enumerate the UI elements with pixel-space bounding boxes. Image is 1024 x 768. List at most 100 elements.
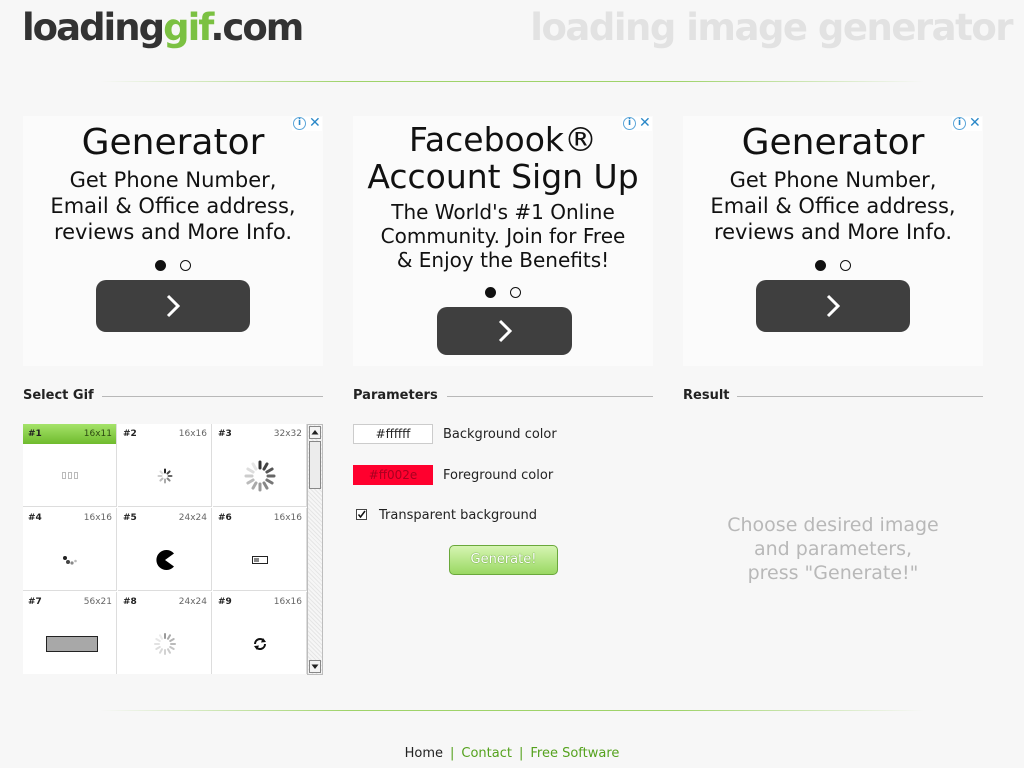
gif-size: 16x11 xyxy=(83,429,112,439)
gif-option-header: #1 16x11 xyxy=(23,424,116,444)
gif-option-8[interactable]: #8 24x24 xyxy=(118,592,212,674)
ad-title-line[interactable]: Account Sign Up xyxy=(353,158,653,195)
logo-text-loading: loading xyxy=(22,6,165,49)
footer-nav: Home | Contact | Free Software xyxy=(0,746,1024,762)
carousel-dot-active[interactable] xyxy=(485,287,496,298)
footer-link-contact[interactable]: Contact xyxy=(461,746,512,761)
gif-size: 16x16 xyxy=(273,513,302,523)
site-tagline: loading image generator xyxy=(530,6,1013,49)
gif-option-header: #6 16x16 xyxy=(213,508,306,528)
dots-arc-icon xyxy=(62,555,77,565)
ad-title[interactable]: Generator xyxy=(683,124,983,162)
gif-option-header: #3 32x32 xyxy=(213,424,306,444)
gif-number: #6 xyxy=(218,513,232,523)
ad-text-line: Get Phone Number, xyxy=(69,168,277,192)
small-spinner-icon xyxy=(157,468,172,483)
logo-text-gif: gif xyxy=(163,6,212,49)
gif-option-2[interactable]: #2 16x16 xyxy=(118,424,212,507)
scroll-up-button[interactable] xyxy=(309,426,321,439)
gif-number: #3 xyxy=(218,429,232,439)
ad-banner-center[interactable]: i ✕ Facebook® Account Sign Up The World'… xyxy=(353,115,653,366)
ad-carousel-dots xyxy=(683,255,983,271)
wide-bar-icon xyxy=(45,636,98,652)
arrow-down-icon xyxy=(311,664,319,669)
gif-size: 24x24 xyxy=(178,597,207,607)
gif-size: 16x16 xyxy=(273,597,302,607)
result-line: and parameters, xyxy=(753,538,913,560)
foreground-color-label: Foreground color xyxy=(443,468,554,483)
gif-option-1[interactable]: #1 16x11 xyxy=(23,424,117,507)
light-spinner-icon xyxy=(153,632,176,655)
ad-text-line: Email & Office address, xyxy=(50,194,296,218)
gif-option-header: #8 24x24 xyxy=(118,592,211,612)
ad-banner-right[interactable]: i ✕ Generator Get Phone Number, Email & … xyxy=(683,115,983,366)
gif-size: 16x16 xyxy=(83,513,112,523)
generate-button[interactable]: Generate! xyxy=(449,545,558,575)
carousel-dot-active[interactable] xyxy=(815,260,826,271)
foreground-color-input[interactable]: #ff002e xyxy=(353,465,433,485)
ad-title-line[interactable]: Facebook® xyxy=(353,121,653,158)
gif-size: 32x32 xyxy=(273,429,302,439)
select-gif-heading: Select Gif xyxy=(23,388,94,403)
gif-number: #9 xyxy=(218,597,232,607)
ad-next-button[interactable] xyxy=(437,307,572,355)
checkmark-icon xyxy=(357,510,366,519)
carousel-dot-active[interactable] xyxy=(155,260,166,271)
gif-option-5[interactable]: #5 24x24 xyxy=(118,508,212,591)
gif-option-header: #5 24x24 xyxy=(118,508,211,528)
footer-link-free-software[interactable]: Free Software xyxy=(530,746,619,761)
site-logo[interactable]: loadinggif.com xyxy=(22,6,304,50)
footer-separator: | xyxy=(450,746,455,761)
section-divider xyxy=(737,396,983,397)
gif-option-9[interactable]: #9 16x16 xyxy=(213,592,307,674)
ad-banner-left[interactable]: i ✕ Generator Get Phone Number, Email & … xyxy=(23,115,323,366)
gif-size: 56x21 xyxy=(83,597,112,607)
transparent-label[interactable]: Transparent background xyxy=(379,508,537,524)
footer-separator: | xyxy=(518,746,524,761)
ad-next-button[interactable] xyxy=(756,280,910,332)
gif-number: #2 xyxy=(123,429,137,439)
gif-number: #5 xyxy=(123,513,137,523)
refresh-arrows-icon xyxy=(253,637,266,650)
gif-option-6[interactable]: #6 16x16 xyxy=(213,508,307,591)
footer-link-home[interactable]: Home xyxy=(405,746,443,761)
gif-size: 16x16 xyxy=(178,429,207,439)
gif-option-header: #9 16x16 xyxy=(213,592,306,612)
ad-title[interactable]: Generator xyxy=(23,124,323,162)
background-color-input[interactable]: #ffffff xyxy=(353,424,433,444)
logo-text-com: .com xyxy=(210,6,304,49)
gif-option-3[interactable]: #3 32x32 xyxy=(213,424,307,507)
result-line: press "Generate!" xyxy=(747,562,919,584)
gif-number: #8 xyxy=(123,597,137,607)
chevron-right-icon xyxy=(826,294,840,318)
ad-text-line: Get Phone Number, xyxy=(729,168,937,192)
gif-list-scrollbar[interactable] xyxy=(307,424,323,675)
carousel-dot[interactable] xyxy=(510,287,521,298)
arrow-up-icon xyxy=(311,430,319,435)
gif-option-4[interactable]: #4 16x16 xyxy=(23,508,117,591)
ad-text-line: & Enjoy the Benefits! xyxy=(396,248,610,272)
ad-next-button[interactable] xyxy=(96,280,250,332)
result-placeholder: Choose desired image and parameters, pre… xyxy=(683,513,983,585)
ad-text-line: reviews and More Info. xyxy=(53,220,293,244)
gif-number: #7 xyxy=(28,597,42,607)
pacman-icon xyxy=(155,549,174,570)
gif-number: #4 xyxy=(28,513,42,523)
gif-option-header: #2 16x16 xyxy=(118,424,211,444)
gif-option-header: #4 16x16 xyxy=(23,508,116,528)
gif-option-7[interactable]: #7 56x21 xyxy=(23,592,117,674)
transparent-checkbox[interactable] xyxy=(356,509,367,520)
carousel-dot[interactable] xyxy=(840,260,851,271)
gif-grid: #1 16x11 #2 16x16 #3 32x32 #4 16x16 #5 2… xyxy=(23,424,307,674)
result-line: Choose desired image xyxy=(727,514,939,536)
ad-text-line: reviews and More Info. xyxy=(713,220,953,244)
carousel-dot[interactable] xyxy=(180,260,191,271)
background-color-label: Background color xyxy=(443,427,557,442)
footer-divider xyxy=(100,710,924,711)
scroll-down-button[interactable] xyxy=(309,660,321,673)
ad-carousel-dots xyxy=(23,255,323,271)
chevron-right-icon xyxy=(166,294,180,318)
header-divider xyxy=(100,81,924,82)
scrollbar-thumb[interactable] xyxy=(309,441,321,489)
ad-text-line: Community. Join for Free xyxy=(380,224,626,248)
